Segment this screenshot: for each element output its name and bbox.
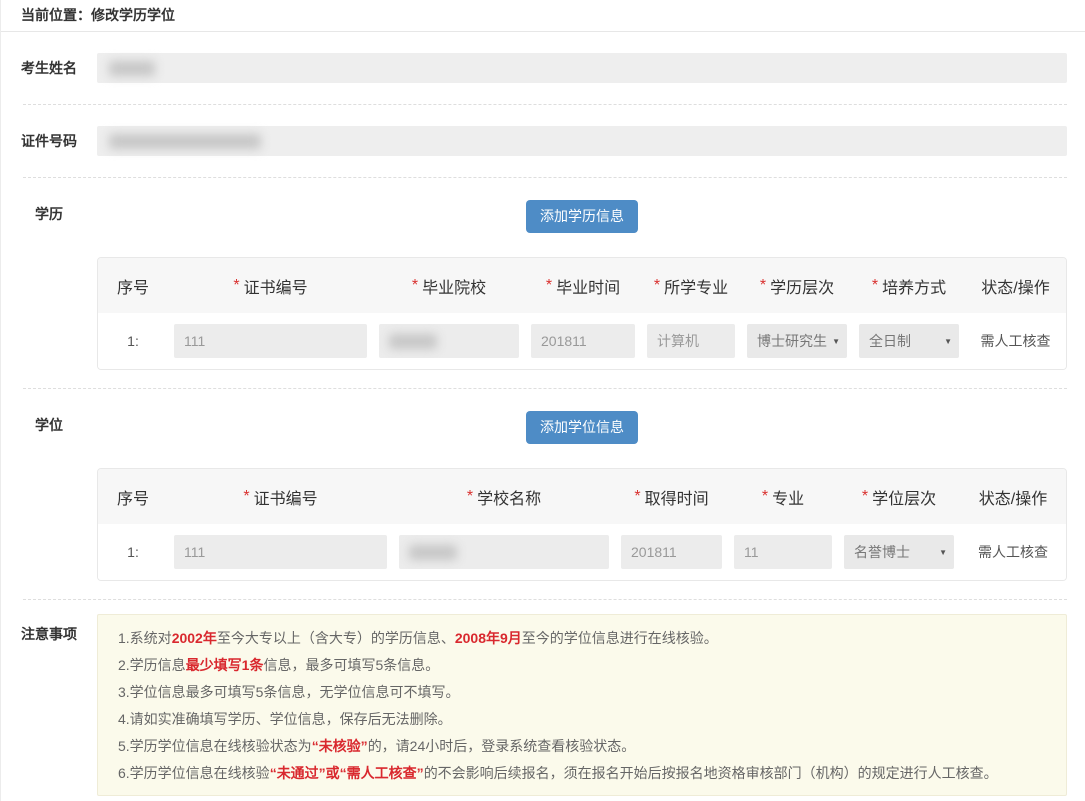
required-mark: *: [762, 488, 768, 506]
degree-table-header: 序号 *证书编号 *学校名称 *取得时间 *专业 *学位层次 状态/操作: [98, 469, 1066, 524]
chevron-down-icon: ▼: [832, 337, 840, 346]
degree-obtain-time-input[interactable]: 201811: [621, 535, 722, 569]
candidate-name-label: 考生姓名: [1, 58, 97, 78]
id-number-label: 证件号码: [1, 131, 97, 151]
redacted-school-value: [409, 545, 457, 560]
column-header-mode: *培养方式: [853, 274, 965, 298]
education-major-input[interactable]: 计算机: [647, 324, 735, 358]
education-table-header: 序号 *证书编号 *毕业院校 *毕业时间 *所学专业 *学历层次 *培养方式 状…: [98, 258, 1066, 313]
required-mark: *: [467, 488, 473, 506]
note-item: 4.请如实准确填写学历、学位信息，保存后无法删除。: [118, 706, 1046, 733]
redacted-id-value: [109, 134, 261, 149]
column-header-cert-no: *证书编号: [168, 274, 373, 298]
redacted-name-value: [109, 61, 155, 76]
redacted-school-value: [389, 334, 437, 349]
note-item: 3.学位信息最多可填写5条信息，无学位信息可不填写。: [118, 679, 1046, 706]
column-header-major: *专业: [728, 485, 838, 509]
add-education-button[interactable]: 添加学历信息: [526, 200, 638, 233]
education-status-badge: 需人工核查: [981, 331, 1051, 351]
chevron-down-icon: ▼: [944, 337, 952, 346]
column-header-school-name: *学校名称: [393, 485, 615, 509]
column-header-index: 序号: [98, 274, 168, 298]
education-table-row: 1: 111 201811 计算机 博士研究生▼ 全日制▼ 需人工核查: [98, 313, 1066, 369]
required-mark: *: [760, 277, 766, 295]
degree-section: 学位 添加学位信息 序号 *证书编号 *学校名称 *取得时间 *专业 *学位层次…: [1, 389, 1085, 599]
education-section: 学历 添加学历信息 序号 *证书编号 *毕业院校 *毕业时间 *所学专业 *学历…: [1, 178, 1085, 388]
education-mode-select[interactable]: 全日制▼: [859, 324, 959, 358]
required-mark: *: [634, 488, 640, 506]
id-number-field: [97, 126, 1067, 156]
breadcrumb-text: 当前位置：修改学历学位: [21, 7, 175, 23]
required-mark: *: [412, 277, 418, 295]
degree-school-input[interactable]: [399, 535, 609, 569]
required-mark: *: [862, 488, 868, 506]
required-mark: *: [233, 277, 239, 295]
note-item: 5.学历学位信息在线核验状态为“未核验”的，请24小时后，登录系统查看核验状态。: [118, 733, 1046, 760]
column-header-status: 状态/操作: [960, 485, 1066, 509]
add-degree-button[interactable]: 添加学位信息: [526, 411, 638, 444]
column-header-grad-time: *毕业时间: [525, 274, 641, 298]
column-header-level: *学历层次: [741, 274, 853, 298]
note-item: 1.系统对2002年至今大专以上（含大专）的学历信息、2008年9月至今的学位信…: [118, 625, 1046, 652]
column-header-status: 状态/操作: [965, 274, 1066, 298]
candidate-name-field: [97, 53, 1067, 83]
required-mark: *: [546, 277, 552, 295]
education-section-label: 学历: [1, 194, 97, 370]
degree-major-input[interactable]: 11: [734, 535, 832, 569]
degree-level-select[interactable]: 名誉博士▼: [844, 535, 954, 569]
column-header-major: *所学专业: [641, 274, 741, 298]
notes-section: 注意事项 1.系统对2002年至今大专以上（含大专）的学历信息、2008年9月至…: [1, 600, 1085, 801]
education-cert-no-input[interactable]: 111: [174, 324, 367, 358]
notes-box: 1.系统对2002年至今大专以上（含大专）的学历信息、2008年9月至今的学位信…: [97, 614, 1067, 796]
column-header-cert-no: *证书编号: [168, 485, 393, 509]
note-item: 6.学历学位信息在线核验“未通过”或“需人工核查”的不会影响后续报名，须在报名开…: [118, 760, 1046, 787]
row-index: 1:: [98, 544, 168, 560]
id-number-row: 证件号码: [1, 105, 1085, 177]
degree-table: 序号 *证书编号 *学校名称 *取得时间 *专业 *学位层次 状态/操作 1: …: [97, 468, 1067, 581]
education-school-input[interactable]: [379, 324, 519, 358]
degree-section-label: 学位: [1, 405, 97, 581]
row-index: 1:: [98, 333, 168, 349]
column-header-index: 序号: [98, 485, 168, 509]
degree-status-badge: 需人工核查: [978, 542, 1048, 562]
chevron-down-icon: ▼: [939, 548, 947, 557]
column-header-level: *学位层次: [838, 485, 960, 509]
education-grad-time-input[interactable]: 201811: [531, 324, 635, 358]
required-mark: *: [243, 488, 249, 506]
education-table: 序号 *证书编号 *毕业院校 *毕业时间 *所学专业 *学历层次 *培养方式 状…: [97, 257, 1067, 370]
required-mark: *: [872, 277, 878, 295]
breadcrumb: 当前位置：修改学历学位: [1, 0, 1085, 32]
modify-education-degree-page: 当前位置：修改学历学位 考生姓名 证件号码 学历 添加学历信息 序号 *证书编号…: [0, 0, 1085, 801]
degree-table-row: 1: 111 201811 11 名誉博士▼ 需人工核查: [98, 524, 1066, 580]
required-mark: *: [654, 277, 660, 295]
note-item: 2.学历信息最少填写1条信息，最多可填写5条信息。: [118, 652, 1046, 679]
notes-section-label: 注意事项: [1, 614, 97, 796]
candidate-name-row: 考生姓名: [1, 32, 1085, 104]
degree-cert-no-input[interactable]: 111: [174, 535, 387, 569]
column-header-obtain-time: *取得时间: [615, 485, 728, 509]
education-level-select[interactable]: 博士研究生▼: [747, 324, 847, 358]
column-header-school: *毕业院校: [373, 274, 525, 298]
